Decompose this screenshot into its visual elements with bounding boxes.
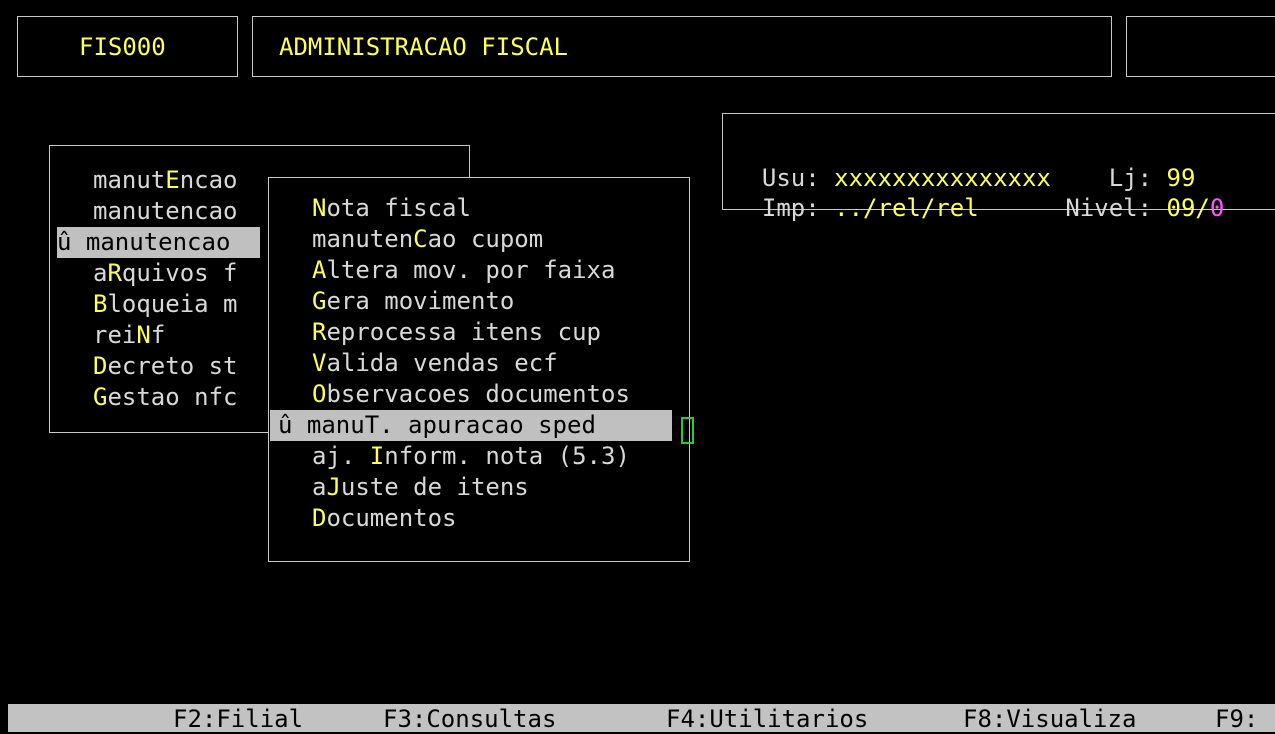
menu-item-text: ocumentos bbox=[326, 504, 457, 532]
sub-menu-item[interactable]: aJuste de itens bbox=[270, 472, 682, 503]
menu-item-text: a bbox=[93, 259, 108, 287]
menu-item-hotkey: E bbox=[165, 166, 180, 194]
function-key-bar: F2:Filial F3:Consultas F4:Utilitarios F8:Vi… bbox=[8, 704, 1275, 734]
menu-item-hotkey: C bbox=[413, 225, 428, 253]
selected-marker: û bbox=[57, 228, 72, 256]
menu-item-hotkey: R bbox=[312, 318, 327, 346]
menu-item-text: a bbox=[312, 473, 327, 501]
menu-item-hotkey: R bbox=[107, 259, 122, 287]
level-value-cut: 0 bbox=[1209, 194, 1225, 222]
menu-item-text: ao cupom bbox=[427, 225, 544, 253]
sub-menu-item[interactable]: Observacoes documentos bbox=[270, 379, 682, 410]
selected-marker: û bbox=[278, 411, 293, 439]
menu-item-text: ota fiscal bbox=[326, 194, 471, 222]
menu-item-text: rei bbox=[93, 321, 137, 349]
menu-item-hotkey: G bbox=[93, 383, 108, 411]
menu-item-text: manutencao bbox=[93, 197, 238, 225]
menu-item-text: nform. nota (5.3) bbox=[384, 442, 630, 470]
menu-item-hotkey: V bbox=[312, 349, 327, 377]
menu-item-hotkey: B bbox=[93, 290, 108, 318]
menu-item-text: ltera mov. por faixa bbox=[326, 256, 616, 284]
sub-menu-item[interactable]: aj. Inform. nota (5.3) bbox=[270, 441, 682, 472]
printer-info-line: Imp: ../rel/rel Nivel: 09/0 bbox=[733, 162, 1224, 224]
sub-menu-item[interactable]: Valida vendas ecf bbox=[270, 348, 682, 379]
menu-item-text: eprocessa itens cup bbox=[326, 318, 601, 346]
app-title: ADMINISTRACAO FISCAL bbox=[279, 33, 568, 61]
menu-item-text: uste de itens bbox=[340, 473, 529, 501]
sub-menu-item[interactable]: Gera movimento bbox=[270, 286, 682, 317]
sub-menu-item[interactable]: Reprocessa itens cup bbox=[270, 317, 682, 348]
function-key[interactable]: F8:Visualiza bbox=[963, 704, 1136, 734]
menu-item-text: manuT. apuracao sped bbox=[306, 411, 596, 439]
menu-item-text: ncao bbox=[179, 166, 238, 194]
function-key[interactable]: F4:Utilitarios bbox=[666, 704, 868, 734]
sub-menu-item[interactable]: Documentos bbox=[270, 503, 682, 534]
function-key[interactable]: F3:Consultas bbox=[383, 704, 556, 734]
sub-menu-item[interactable]: Nota fiscal bbox=[270, 193, 682, 224]
sub-menu-item[interactable]: û manuT. apuracao sped bbox=[270, 410, 672, 441]
function-key[interactable]: F9: bbox=[1215, 704, 1258, 734]
menu-item-text: aj. bbox=[312, 442, 370, 470]
menu-item-text: loqueia m bbox=[107, 290, 238, 318]
menu-item-text: manutencao bbox=[85, 228, 231, 256]
level-label: Nivel: bbox=[1065, 194, 1153, 222]
function-key[interactable]: F2:Filial bbox=[173, 704, 303, 734]
menu-item-hotkey: D bbox=[312, 504, 327, 532]
menu-item-text: estao nfc bbox=[107, 383, 238, 411]
menu-item-hotkey: G bbox=[312, 287, 327, 315]
sub-menu-item[interactable]: manutenCao cupom bbox=[270, 224, 682, 255]
menu-item-hotkey: D bbox=[93, 352, 108, 380]
menu-item-hotkey: I bbox=[369, 442, 385, 470]
printer-label: Imp: bbox=[761, 194, 820, 222]
sub-menu: Nota fiscal manutenCao cupom Altera mov. p… bbox=[270, 193, 682, 534]
menu-item-hotkey: N bbox=[136, 321, 151, 349]
program-code: FIS000 bbox=[79, 33, 166, 61]
main-menu-item[interactable]: û manutencao bbox=[57, 227, 260, 258]
menu-item-text: quivos f bbox=[121, 259, 238, 287]
menu-item-text: ecreto st bbox=[107, 352, 238, 380]
level-value: 09/ bbox=[1166, 194, 1210, 222]
menu-item-hotkey: J bbox=[326, 473, 341, 501]
text-cursor bbox=[681, 417, 694, 444]
printer-value: ../rel/rel bbox=[834, 194, 979, 222]
menu-item-text: f bbox=[150, 321, 166, 349]
menu-item-text: manut bbox=[93, 166, 166, 194]
menu-item-text: era movimento bbox=[326, 287, 515, 315]
menu-item-text: alida vendas ecf bbox=[326, 349, 558, 377]
menu-item-hotkey: O bbox=[312, 380, 327, 408]
menu-item-hotkey: A bbox=[312, 256, 327, 284]
menu-item-text: manuten bbox=[312, 225, 414, 253]
menu-item-hotkey: N bbox=[312, 194, 327, 222]
sub-menu-item[interactable]: Altera mov. por faixa bbox=[270, 255, 682, 286]
right-header-box bbox=[1126, 16, 1275, 77]
menu-item-text: bservacoes documentos bbox=[326, 380, 630, 408]
